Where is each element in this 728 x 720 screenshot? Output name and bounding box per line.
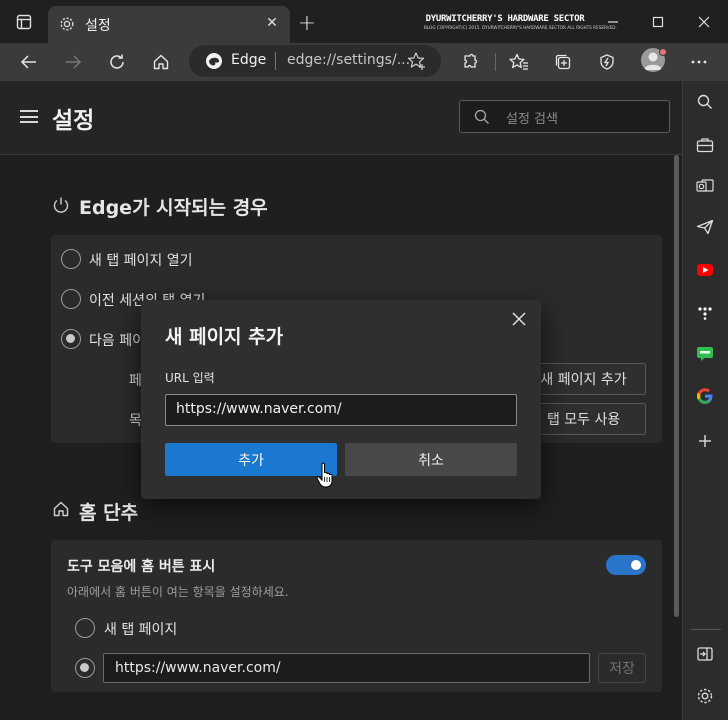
sidebar-send-icon[interactable] xyxy=(693,215,717,239)
performance-icon[interactable] xyxy=(593,48,621,76)
radio-home-new-tab[interactable] xyxy=(75,618,95,638)
address-separator xyxy=(275,52,276,70)
home-section-title: 홈 단추 xyxy=(79,502,139,524)
cancel-button[interactable]: 취소 xyxy=(345,443,517,476)
minimize-icon[interactable] xyxy=(599,8,627,36)
sidebar-outlook-icon[interactable] xyxy=(693,174,717,198)
sidebar-separator xyxy=(691,629,721,630)
sidebar-google-icon[interactable] xyxy=(693,384,717,408)
sidebar-exit-icon[interactable] xyxy=(693,642,717,666)
hand-cursor-icon xyxy=(316,462,333,488)
sidebar-line-app-icon[interactable] xyxy=(693,341,717,365)
scrollbar-thumb[interactable] xyxy=(674,155,679,617)
power-icon xyxy=(53,197,69,213)
sidebar-youtube-icon[interactable] xyxy=(693,258,717,282)
more-menu-icon[interactable] xyxy=(685,48,713,76)
settings-header: 설정 설정 검색 xyxy=(0,81,682,155)
option-new-tab-label: 새 탭 페이지 열기 xyxy=(89,253,193,269)
toolbar-separator xyxy=(495,53,496,71)
sidebar-briefcase-icon[interactable] xyxy=(693,133,717,157)
url-field-label: URL 입력 xyxy=(165,371,215,385)
sidebar-search-icon[interactable] xyxy=(693,90,717,114)
favorites-icon[interactable] xyxy=(505,48,533,76)
radio-previous-session[interactable] xyxy=(61,289,81,309)
tab-title: 설정 xyxy=(85,18,111,34)
page-title: 설정 xyxy=(52,108,95,134)
save-button[interactable]: 저장 xyxy=(598,653,646,683)
pages-row-label: 페 xyxy=(129,373,142,389)
search-icon xyxy=(474,109,489,124)
search-placeholder: 설정 검색 xyxy=(506,112,558,127)
home-button-toggle[interactable] xyxy=(606,555,646,575)
watermark: DYURWITCHERRY'S HARDWARE SECTOR BLOG COP… xyxy=(424,14,617,30)
forward-icon[interactable] xyxy=(59,48,87,76)
extensions-icon[interactable] xyxy=(456,48,484,76)
dialog-title: 새 페이지 추가 xyxy=(165,326,284,348)
profile-status-dot xyxy=(659,48,667,56)
radio-new-tab[interactable] xyxy=(61,249,81,269)
home-description: 아래에서 홈 버튼이 여는 항목을 설정하세요. xyxy=(67,585,289,599)
collections-icon[interactable] xyxy=(549,48,577,76)
list-row-label: 목 xyxy=(129,413,142,429)
dialog-close-icon[interactable] xyxy=(509,309,529,329)
home-section-icon xyxy=(53,501,69,517)
add-page-dialog: 새 페이지 추가 URL 입력 https://www.naver.com/ 추… xyxy=(141,300,541,499)
radio-specific-pages[interactable] xyxy=(61,329,81,349)
refresh-icon[interactable] xyxy=(103,48,131,76)
sidebar-settings-icon[interactable] xyxy=(693,684,717,708)
menu-icon[interactable] xyxy=(20,110,38,124)
site-label: Edge xyxy=(231,52,267,68)
watermark-title: DYURWITCHERRY'S HARDWARE SECTOR xyxy=(425,14,585,24)
home-icon[interactable] xyxy=(147,48,175,76)
url-input[interactable]: https://www.naver.com/ xyxy=(165,394,517,426)
home-new-tab-label: 새 탭 페이지 xyxy=(104,622,178,638)
tab-settings[interactable]: 설정 ✕ xyxy=(48,6,290,44)
sidebar-add-icon[interactable] xyxy=(693,429,717,453)
tab-actions-icon[interactable] xyxy=(10,8,38,36)
maximize-icon[interactable] xyxy=(644,8,672,36)
sidebar-dots-app-icon[interactable] xyxy=(693,300,717,324)
home-card: 도구 모음에 홈 버튼 표시 아래에서 홈 버튼이 여는 항목을 설정하세요. … xyxy=(51,540,662,692)
radio-home-url[interactable] xyxy=(75,658,95,678)
tab-close-icon[interactable]: ✕ xyxy=(262,13,282,33)
startup-section-title: Edge가 시작되는 경우 xyxy=(79,197,268,219)
address-bar[interactable]: Edge edge://settings/... xyxy=(189,45,441,77)
browser-toolbar: Edge edge://settings/... xyxy=(0,43,728,81)
edge-logo-icon xyxy=(206,53,222,69)
home-url-input[interactable]: https://www.naver.com/ xyxy=(103,653,590,683)
url-text[interactable]: edge://settings/... xyxy=(287,52,410,68)
home-toggle-label: 도구 모음에 홈 버튼 표시 xyxy=(67,559,216,575)
watermark-subtitle: BLOG COPYRIGHT(C) 2015. DYURWITCHERRY'S … xyxy=(424,25,617,30)
add-favorite-icon[interactable] xyxy=(407,51,427,71)
close-window-icon[interactable] xyxy=(690,8,718,36)
new-tab-icon[interactable]: + xyxy=(296,11,318,36)
add-button[interactable]: 추가 xyxy=(165,443,337,476)
gear-icon xyxy=(58,15,76,33)
title-bar: 설정 ✕ + DYURWITCHERRY'S HARDWARE SECTOR B… xyxy=(0,0,728,44)
settings-search-input[interactable]: 설정 검색 xyxy=(459,100,670,133)
back-icon[interactable] xyxy=(15,48,43,76)
edge-sidebar xyxy=(682,81,728,720)
